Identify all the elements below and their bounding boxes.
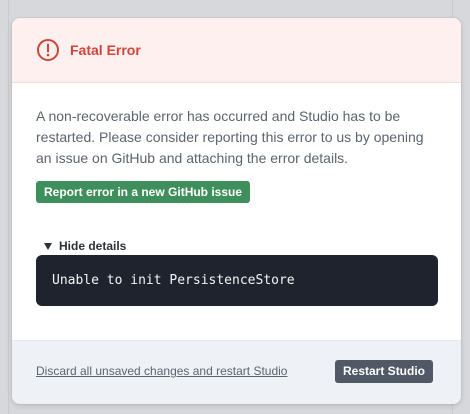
dialog-body: A non-recoverable error has occurred and…: [36, 106, 440, 203]
hide-details-toggle[interactable]: Hide details: [44, 239, 126, 253]
background-divider-left: [8, 0, 9, 414]
error-message: A non-recoverable error has occurred and…: [36, 108, 424, 166]
error-circle-icon: [36, 38, 60, 62]
restart-studio-button[interactable]: Restart Studio: [335, 360, 434, 383]
fatal-error-dialog: Fatal Error A non-recoverable error has …: [12, 18, 461, 404]
error-details-box: Unable to init PersistenceStore: [36, 255, 438, 306]
report-github-issue-button[interactable]: Report error in a new GitHub issue: [36, 181, 251, 203]
discard-and-restart-link[interactable]: Discard all unsaved changes and restart …: [36, 364, 287, 378]
dialog-header: Fatal Error: [12, 18, 461, 83]
dialog-footer: Discard all unsaved changes and restart …: [12, 340, 461, 404]
dialog-title: Fatal Error: [70, 42, 141, 58]
error-details-text: Unable to init PersistenceStore: [52, 273, 295, 288]
triangle-down-icon: [44, 242, 52, 250]
hide-details-label: Hide details: [59, 239, 127, 253]
